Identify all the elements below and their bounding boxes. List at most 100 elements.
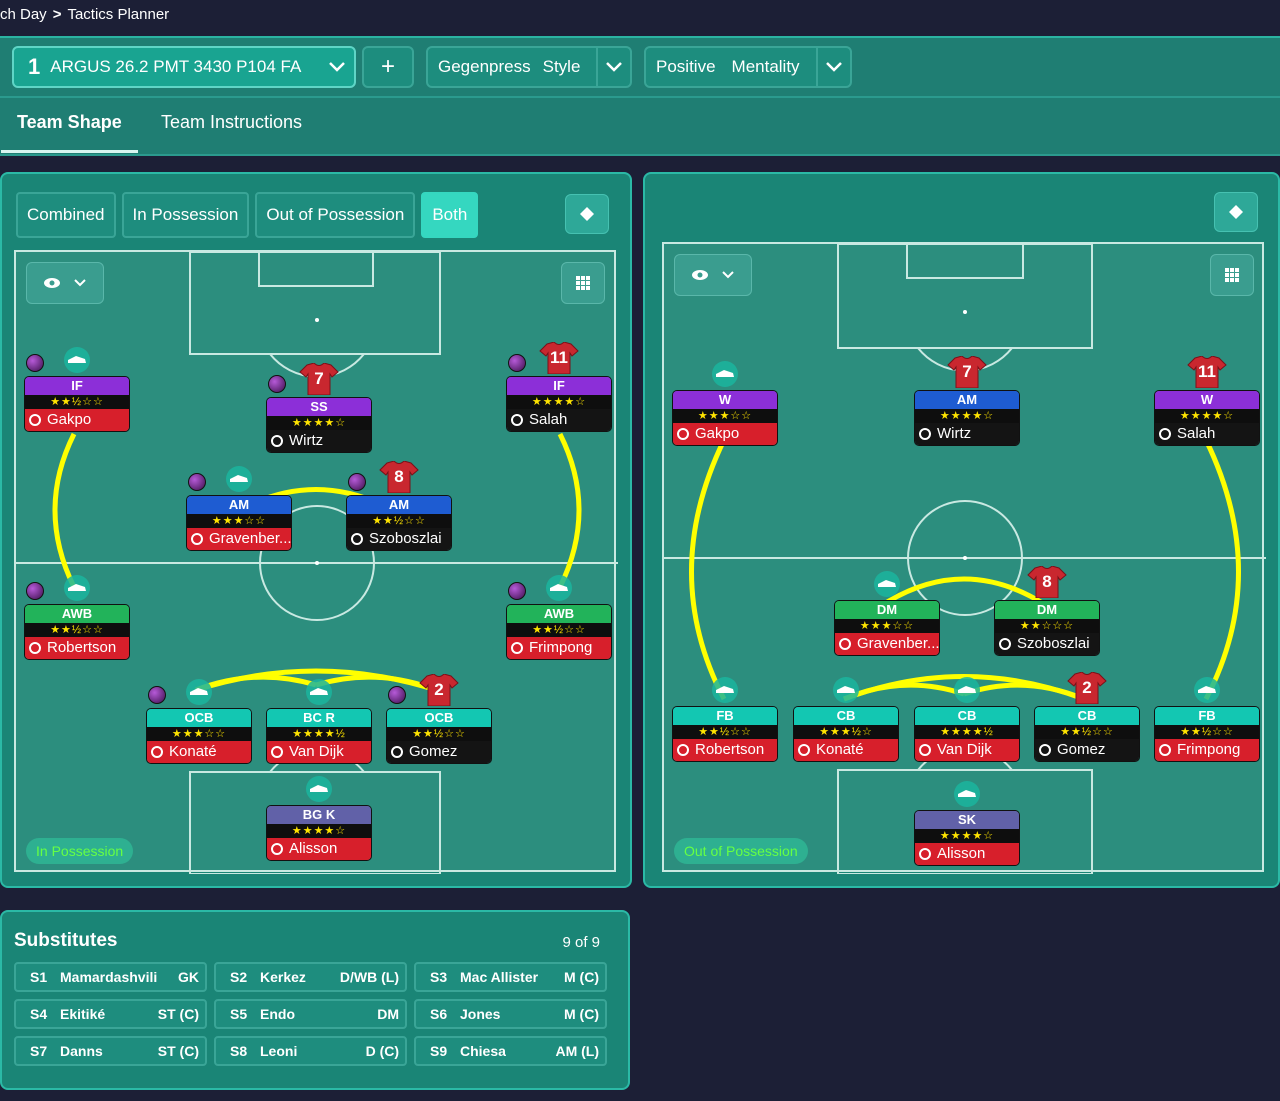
breadcrumb-parent[interactable]: ch Day xyxy=(0,6,47,23)
player-name-row: Robertson xyxy=(673,739,777,761)
substitute-position: M (C) xyxy=(564,969,599,985)
substitute-item[interactable]: S2 Kerkez D/WB (L) xyxy=(214,962,407,992)
substitute-name: Mamardashvili xyxy=(60,969,158,985)
player-card[interactable]: AWB ★★½☆☆ Frimpong xyxy=(506,575,612,660)
instruction-orb-icon[interactable] xyxy=(388,686,406,704)
player-name-row: Salah xyxy=(507,409,611,431)
tab-both[interactable]: Both xyxy=(421,192,479,238)
boot-icon xyxy=(299,674,339,706)
player-card[interactable]: 11 IF ★★★★☆ Salah xyxy=(506,341,612,432)
player-card[interactable]: 2 OCB ★★½☆☆ Gomez xyxy=(386,673,492,764)
diamond-icon[interactable] xyxy=(1214,192,1258,232)
substitutes-title: Substitutes xyxy=(14,930,118,951)
player-card-body: CB ★★½☆☆ Gomez xyxy=(1034,706,1140,762)
visibility-toggle[interactable] xyxy=(26,262,104,304)
chevron-down-icon[interactable] xyxy=(816,48,850,86)
instruction-orb-icon[interactable] xyxy=(148,686,166,704)
player-name: Frimpong xyxy=(1177,741,1241,758)
player-rating: ★★★★☆ xyxy=(915,829,1019,843)
substitute-item[interactable]: S4 Ekitiké ST (C) xyxy=(14,999,207,1029)
player-card[interactable]: CB ★★★★½ Van Dijk xyxy=(914,677,1020,762)
player-card[interactable]: AM ★★★☆☆ Gravenber... xyxy=(186,466,292,551)
instruction-orb-icon[interactable] xyxy=(508,582,526,600)
player-card[interactable]: 7 AM ★★★★☆ Wirtz xyxy=(914,355,1020,446)
player-role: AM xyxy=(915,391,1019,409)
player-card[interactable]: 8 DM ★★☆☆☆ Szoboszlai xyxy=(994,565,1100,656)
instruction-orb-icon[interactable] xyxy=(26,582,44,600)
player-name: Gomez xyxy=(409,743,458,760)
boot-icon xyxy=(539,570,579,602)
player-card[interactable]: 8 AM ★★½☆☆ Szoboszlai xyxy=(346,460,452,551)
person-icon xyxy=(271,746,283,758)
player-card[interactable]: IF ★★½☆☆ Gakpo xyxy=(24,347,130,432)
player-card[interactable]: CB ★★★½☆ Konaté xyxy=(793,677,899,762)
instruction-orb-icon[interactable] xyxy=(268,375,286,393)
chevron-down-icon[interactable] xyxy=(320,48,354,86)
player-card[interactable]: BC R ★★★★½ Van Dijk xyxy=(266,679,372,764)
player-name: Wirtz xyxy=(937,425,972,442)
substitute-position: D (C) xyxy=(365,1043,399,1059)
player-name-row: Gravenber... xyxy=(187,528,291,550)
instruction-orb-icon[interactable] xyxy=(348,473,366,491)
instruction-orb-icon[interactable] xyxy=(26,354,44,372)
tab-team-shape[interactable]: Team Shape xyxy=(1,112,138,153)
substitute-item[interactable]: S1 Mamardashvili GK xyxy=(14,962,207,992)
phase-tag-in-possession: In Possession xyxy=(26,838,134,864)
chevron-down-icon[interactable] xyxy=(596,48,630,86)
player-card-body: OCB ★★★☆☆ Konaté xyxy=(146,708,252,764)
player-name-row: Szoboszlai xyxy=(347,528,451,550)
player-card[interactable]: 11 W ★★★★☆ Salah xyxy=(1154,355,1260,446)
person-icon xyxy=(919,744,931,756)
player-card-body: IF ★★½☆☆ Gakpo xyxy=(24,376,130,432)
style-selector[interactable]: Gegenpress Style xyxy=(426,46,632,88)
player-card[interactable]: BG K ★★★★☆ Alisson xyxy=(266,776,372,861)
player-name-row: Van Dijk xyxy=(915,739,1019,761)
player-card[interactable]: FB ★★½☆☆ Robertson xyxy=(672,677,778,762)
substitute-item[interactable]: S3 Mac Allister M (C) xyxy=(414,962,607,992)
tab-combined[interactable]: Combined xyxy=(16,192,116,238)
diamond-icon[interactable] xyxy=(565,194,609,234)
substitute-item[interactable]: S5 Endo DM xyxy=(214,999,407,1029)
player-rating: ★★★★☆ xyxy=(507,395,611,409)
player-name-row: Robertson xyxy=(25,637,129,659)
player-card[interactable]: OCB ★★★☆☆ Konaté xyxy=(146,679,252,764)
substitute-item[interactable]: S7 Danns ST (C) xyxy=(14,1036,207,1066)
player-rating: ★★★★½ xyxy=(267,727,371,741)
substitute-name: Endo xyxy=(260,1006,295,1022)
player-card[interactable]: FB ★★½☆☆ Frimpong xyxy=(1154,677,1260,762)
add-tactic-button[interactable]: + xyxy=(362,46,414,88)
boot-icon xyxy=(947,776,987,808)
player-name: Frimpong xyxy=(529,639,593,656)
tactic-selector[interactable]: 1 ARGUS 26.2 PMT 3430 P104 FA xyxy=(12,46,356,88)
substitute-item[interactable]: S9 Chiesa AM (L) xyxy=(414,1036,607,1066)
player-card[interactable]: DM ★★★☆☆ Gravenber... xyxy=(834,571,940,656)
player-card-body: FB ★★½☆☆ Frimpong xyxy=(1154,706,1260,762)
tab-team-instructions[interactable]: Team Instructions xyxy=(161,112,302,133)
tab-out-of-possession[interactable]: Out of Possession xyxy=(255,192,416,238)
tab-in-possession[interactable]: In Possession xyxy=(121,192,250,238)
substitutes-panel: Substitutes 9 of 9 S1 Mamardashvili GK S2 Ke… xyxy=(0,910,630,1090)
player-card[interactable]: AWB ★★½☆☆ Robertson xyxy=(24,575,130,660)
grid-icon[interactable] xyxy=(1210,254,1254,296)
player-card[interactable]: W ★★★☆☆ Gakpo xyxy=(672,361,778,446)
mentality-selector[interactable]: Positive Mentality xyxy=(644,46,852,88)
substitute-position: ST (C) xyxy=(157,1043,199,1059)
instruction-orb-icon[interactable] xyxy=(508,354,526,372)
player-card[interactable]: SK ★★★★☆ Alisson xyxy=(914,781,1020,866)
grid-icon[interactable] xyxy=(561,262,605,304)
substitute-name: Leoni xyxy=(260,1043,298,1059)
substitute-item[interactable]: S6 Jones M (C) xyxy=(414,999,607,1029)
player-card-body: BG K ★★★★☆ Alisson xyxy=(266,805,372,861)
person-icon xyxy=(677,428,689,440)
boot-icon xyxy=(57,342,97,374)
player-role: CB xyxy=(794,707,898,725)
player-name: Gakpo xyxy=(695,425,740,442)
player-card[interactable]: 2 CB ★★½☆☆ Gomez xyxy=(1034,671,1140,762)
player-rating: ★★★★½ xyxy=(915,725,1019,739)
instruction-orb-icon[interactable] xyxy=(188,473,206,491)
pitch-out-of-possession: Out of Possession W ★★★☆☆ Gakpo 7 AM ★★★★☆ Wir… xyxy=(662,242,1266,874)
substitute-id: S4 xyxy=(30,1006,48,1022)
visibility-toggle[interactable] xyxy=(674,254,752,296)
substitute-item[interactable]: S8 Leoni D (C) xyxy=(214,1036,407,1066)
player-card[interactable]: 7 SS ★★★★☆ Wirtz xyxy=(266,362,372,453)
